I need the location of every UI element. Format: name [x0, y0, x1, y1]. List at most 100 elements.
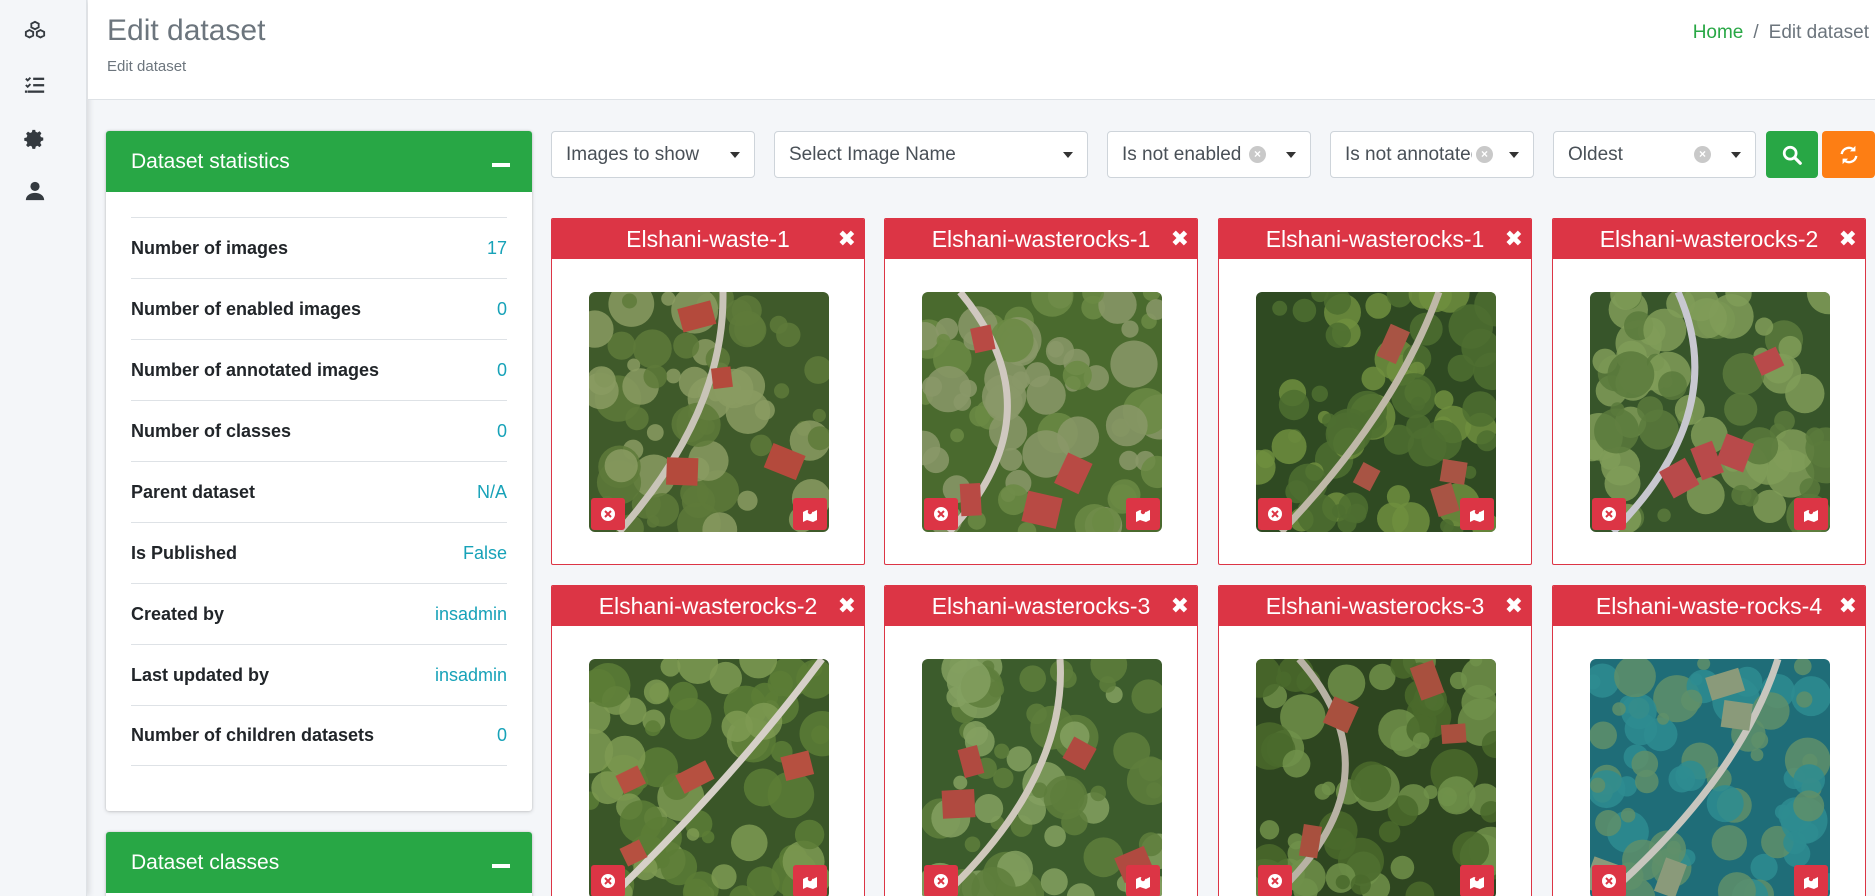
map-marker-icon	[1804, 509, 1818, 522]
stat-row-created-by: Created by insadmin	[131, 583, 507, 644]
remove-image-icon[interactable]: ✖	[1505, 593, 1523, 619]
page-header: Edit dataset Edit dataset Home / Edit data…	[88, 0, 1875, 100]
stat-row-classes: Number of classes 0	[131, 400, 507, 461]
annotate-image-button[interactable]	[1460, 498, 1494, 530]
gear-icon[interactable]	[22, 126, 48, 152]
image-title: Elshani-wasterocks-1	[931, 225, 1151, 252]
remove-image-icon[interactable]: ✖	[1505, 226, 1523, 252]
refresh-button[interactable]	[1822, 131, 1875, 178]
image-card: Elshani-waste-1 ✖	[551, 218, 865, 565]
breadcrumb-home-link[interactable]: Home	[1693, 22, 1744, 43]
remove-image-icon[interactable]: ✖	[838, 593, 856, 619]
user-icon[interactable]	[22, 178, 48, 204]
image-card-header: Elshani-wasterocks-3 ✖	[885, 586, 1197, 626]
sort-order-select[interactable]: Oldest ×	[1553, 131, 1756, 178]
collapse-classes-button[interactable]	[492, 863, 510, 868]
image-thumbnail[interactable]	[922, 659, 1162, 896]
image-title: Elshani-wasterocks-2	[1599, 225, 1819, 252]
image-card: Elshani-wasterocks-2 ✖	[551, 585, 865, 896]
stat-label: Number of children datasets	[131, 725, 375, 745]
disable-image-button[interactable]	[1592, 865, 1626, 896]
breadcrumb-separator: /	[1753, 22, 1759, 43]
chevron-down-icon	[1731, 151, 1741, 158]
image-thumbnail[interactable]	[1256, 659, 1496, 896]
annotated-filter-label: Is not annotated	[1345, 143, 1472, 165]
annotate-image-button[interactable]	[793, 865, 827, 896]
image-title: Elshani-wasterocks-3	[1265, 592, 1485, 619]
disable-image-button[interactable]	[591, 865, 625, 896]
image-thumbnail[interactable]	[1590, 659, 1830, 896]
remove-image-icon[interactable]: ✖	[1839, 593, 1857, 619]
image-card-header: Elshani-waste-1 ✖	[552, 219, 864, 259]
disable-image-button[interactable]	[924, 865, 958, 896]
collapse-stats-button[interactable]	[492, 162, 510, 167]
clear-icon[interactable]: ×	[1249, 146, 1266, 163]
image-thumbnail[interactable]	[1590, 292, 1830, 532]
image-thumbnail[interactable]	[1256, 292, 1496, 532]
stat-label: Number of images	[131, 237, 289, 258]
stat-label: Number of enabled images	[131, 298, 362, 319]
cubes-icon[interactable]	[22, 18, 48, 44]
images-to-show-select[interactable]: Images to show	[551, 131, 755, 178]
images-to-show-label: Images to show	[566, 143, 700, 165]
disable-image-button[interactable]	[591, 498, 625, 530]
disable-image-button[interactable]	[924, 498, 958, 530]
times-circle-icon	[601, 507, 615, 521]
page-subtitle: Edit dataset	[107, 58, 187, 75]
image-name-select[interactable]: Select Image Name	[774, 131, 1088, 178]
map-marker-icon	[1804, 876, 1818, 889]
chevron-down-icon	[730, 151, 740, 158]
image-thumbnail[interactable]	[589, 659, 829, 896]
stat-value: insadmin	[434, 664, 507, 685]
page-title: Edit dataset	[107, 14, 266, 47]
sidebar-rail	[0, 0, 87, 896]
enabled-filter-select[interactable]: Is not enabled ×	[1107, 131, 1311, 178]
map-marker-icon	[1136, 509, 1150, 522]
stat-label: Is Published	[131, 542, 238, 563]
dataset-classes-title: Dataset classes	[131, 850, 280, 874]
clear-icon[interactable]: ×	[1694, 146, 1711, 163]
search-button[interactable]	[1766, 131, 1818, 178]
image-card-header: Elshani-wasterocks-1 ✖	[885, 219, 1197, 259]
annotate-image-button[interactable]	[1794, 865, 1828, 896]
image-card: Elshani-wasterocks-3 ✖	[884, 585, 1198, 896]
annotate-image-button[interactable]	[1126, 498, 1160, 530]
clear-icon[interactable]: ×	[1476, 146, 1493, 163]
dataset-statistics-title: Dataset statistics	[131, 149, 290, 173]
times-circle-icon	[1602, 507, 1616, 521]
dataset-classes-header: Dataset classes	[106, 832, 532, 893]
image-card: Elshani-wasterocks-1 ✖	[884, 218, 1198, 565]
search-icon	[1782, 145, 1802, 165]
task-list-icon[interactable]	[22, 72, 48, 98]
refresh-icon	[1839, 145, 1858, 164]
annotate-image-button[interactable]	[1126, 865, 1160, 896]
annotate-image-button[interactable]	[1794, 498, 1828, 530]
stat-row-is-published: Is Published False	[131, 522, 507, 583]
sort-order-label: Oldest	[1568, 143, 1623, 165]
image-thumbnail[interactable]	[589, 292, 829, 532]
annotate-image-button[interactable]	[793, 498, 827, 530]
remove-image-icon[interactable]: ✖	[1171, 593, 1189, 619]
times-circle-icon	[934, 507, 948, 521]
remove-image-icon[interactable]: ✖	[1839, 226, 1857, 252]
map-marker-icon	[1136, 876, 1150, 889]
annotated-filter-select[interactable]: Is not annotated ×	[1330, 131, 1534, 178]
remove-image-icon[interactable]: ✖	[838, 226, 856, 252]
stat-value: False	[462, 542, 507, 563]
image-title: Elshani-waste-rocks-4	[1595, 592, 1823, 619]
image-card: Elshani-waste-rocks-4 ✖	[1552, 585, 1866, 896]
image-card-header: Elshani-wasterocks-1 ✖	[1219, 219, 1531, 259]
disable-image-button[interactable]	[1258, 498, 1292, 530]
disable-image-button[interactable]	[1592, 498, 1626, 530]
image-card-header: Elshani-wasterocks-2 ✖	[552, 586, 864, 626]
image-title: Elshani-wasterocks-2	[598, 592, 818, 619]
disable-image-button[interactable]	[1258, 865, 1292, 896]
remove-image-icon[interactable]: ✖	[1171, 226, 1189, 252]
stat-value: insadmin	[434, 603, 507, 624]
times-circle-icon	[1602, 874, 1616, 888]
stat-row-enabled-images: Number of enabled images 0	[131, 278, 507, 339]
annotate-image-button[interactable]	[1460, 865, 1494, 896]
stat-value: 0	[496, 298, 507, 319]
stat-value: N/A	[476, 481, 507, 502]
image-thumbnail[interactable]	[922, 292, 1162, 532]
